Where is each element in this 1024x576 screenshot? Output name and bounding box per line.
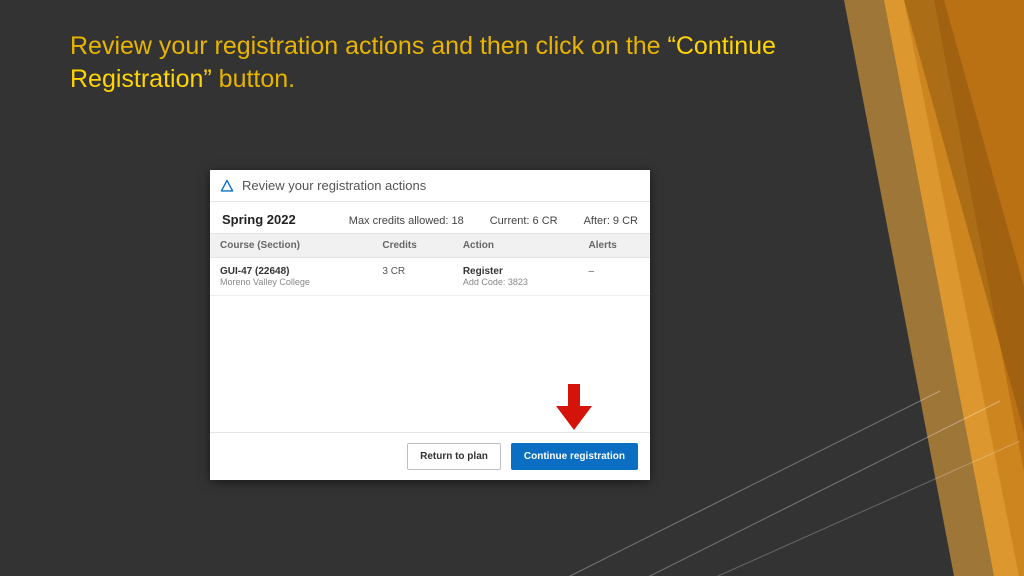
current-credits: Current: 6 CR [490, 215, 558, 227]
table-header-row: Course (Section) Credits Action Alerts [210, 234, 650, 258]
registration-review-panel: Review your registration actions Spring … [210, 170, 650, 480]
col-alerts: Alerts [579, 234, 650, 258]
action-addcode: Add Code: 3823 [463, 277, 569, 287]
cell-alerts: – [579, 258, 650, 296]
table-row: GUI-47 (22648) Moreno Valley College 3 C… [210, 258, 650, 296]
col-course: Course (Section) [210, 234, 372, 258]
warning-triangle-icon [220, 179, 234, 193]
slide: Review your registration actions and the… [0, 0, 1024, 576]
panel-title: Review your registration actions [242, 178, 426, 193]
return-to-plan-button[interactable]: Return to plan [407, 443, 501, 470]
cell-course: GUI-47 (22648) Moreno Valley College [210, 258, 372, 296]
panel-footer: Return to plan Continue registration [210, 432, 650, 480]
col-action: Action [453, 234, 579, 258]
headline-part1: Review your registration actions and the… [70, 32, 668, 60]
slide-headline: Review your registration actions and the… [70, 30, 790, 95]
actions-table: Course (Section) Credits Action Alerts G… [210, 233, 650, 296]
cell-credits: 3 CR [372, 258, 452, 296]
after-credits: After: 9 CR [584, 215, 638, 227]
continue-registration-button[interactable]: Continue registration [511, 443, 638, 470]
course-college: Moreno Valley College [220, 277, 362, 287]
max-credits: Max credits allowed: 18 [349, 215, 464, 227]
panel-header: Review your registration actions [210, 170, 650, 202]
term-label: Spring 2022 [222, 212, 323, 227]
cell-action: Register Add Code: 3823 [453, 258, 579, 296]
course-code: GUI-47 (22648) [220, 266, 362, 277]
col-credits: Credits [372, 234, 452, 258]
red-arrow-icon [554, 384, 594, 430]
action-type: Register [463, 266, 569, 277]
term-summary-row: Spring 2022 Max credits allowed: 18 Curr… [210, 202, 650, 233]
headline-part3: button. [212, 65, 295, 93]
